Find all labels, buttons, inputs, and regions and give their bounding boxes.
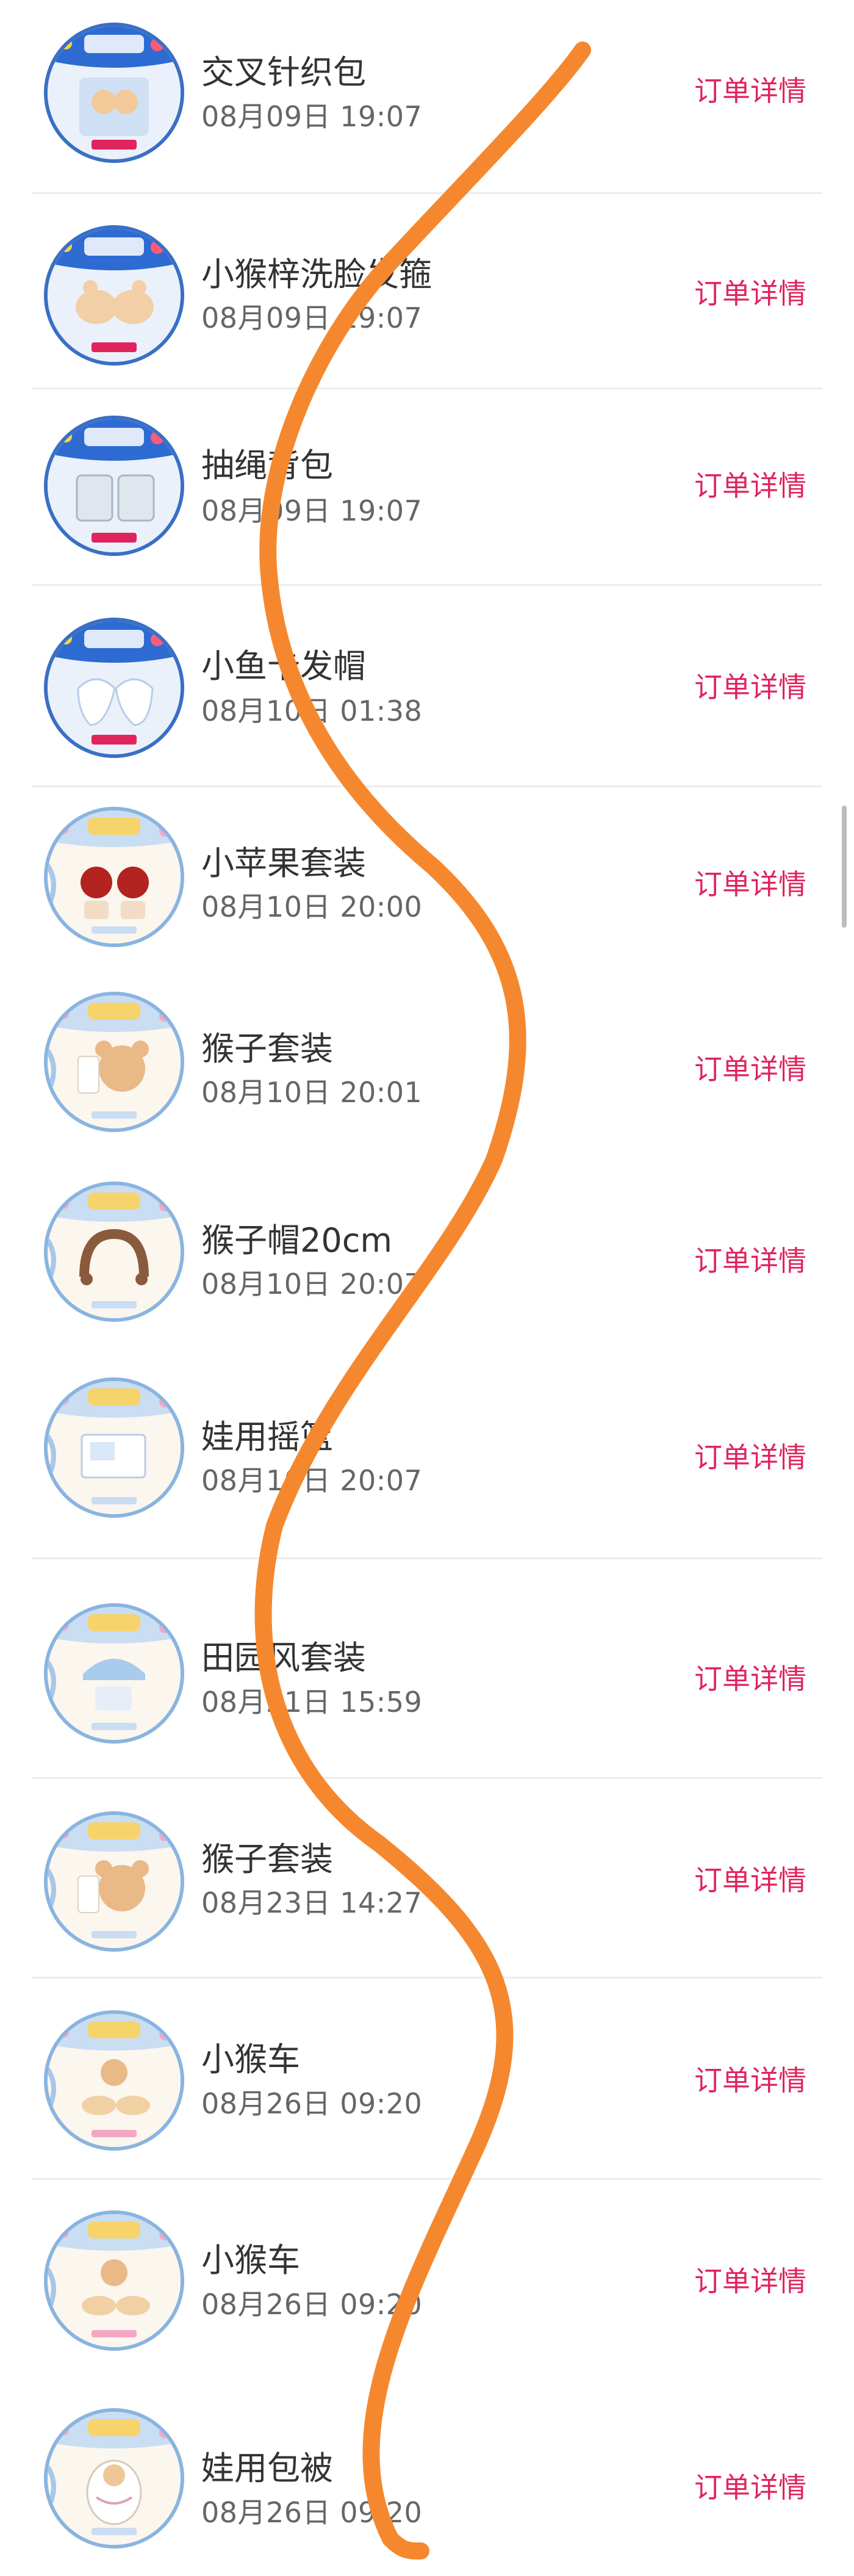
order-title: 抽绳背包 xyxy=(201,446,333,485)
product-image-icon xyxy=(48,26,181,159)
order-time: 08月09日 19:07 xyxy=(201,301,423,334)
product-image-icon xyxy=(48,2014,181,2147)
product-thumbnail xyxy=(44,1811,184,1952)
order-row[interactable]: 抽绳背包 08月09日 19:07 订单详情 xyxy=(0,389,854,586)
row-divider xyxy=(32,1557,822,1559)
order-detail-link[interactable]: 订单详情 xyxy=(694,280,806,308)
order-row[interactable]: 田园风套装 08月21日 15:59 订单详情 xyxy=(0,1562,854,1779)
product-thumbnail xyxy=(44,23,184,163)
order-detail-link[interactable]: 订单详情 xyxy=(694,2473,806,2502)
order-row[interactable]: 猴子套装 08月10日 20:01 订单详情 xyxy=(0,972,854,1158)
order-detail-link[interactable]: 订单详情 xyxy=(694,1866,806,1894)
order-title: 娃用包被 xyxy=(201,2449,333,2488)
order-row[interactable]: 娃用摇篮 08月10日 20:07 订单详情 xyxy=(0,1349,854,1562)
product-thumbnail xyxy=(44,225,184,366)
product-image-icon xyxy=(48,810,181,943)
product-image-icon xyxy=(48,995,181,1128)
order-detail-link[interactable]: 订单详情 xyxy=(694,1665,806,1693)
product-thumbnail xyxy=(44,1377,184,1518)
order-time: 08月23日 14:27 xyxy=(201,1886,423,1919)
product-thumbnail xyxy=(44,2010,184,2151)
order-row[interactable]: 小猴梓洗脸发箍 08月09日 19:07 订单详情 xyxy=(0,194,854,389)
order-row[interactable]: 小猴车 08月26日 09:20 订单详情 xyxy=(0,1977,854,2180)
order-time: 08月26日 09:20 xyxy=(201,2288,423,2321)
product-image-icon xyxy=(48,419,181,552)
order-time: 08月10日 01:38 xyxy=(201,695,423,727)
order-row[interactable]: 猴子套装 08月23日 14:27 订单详情 xyxy=(0,1776,854,1979)
order-title: 田园风套装 xyxy=(201,1639,366,1677)
order-title: 小鱼卡发帽 xyxy=(201,647,366,685)
order-row[interactable]: 娃用包被 08月26日 09:20 订单详情 xyxy=(0,2380,854,2576)
order-title: 小猴车 xyxy=(201,2040,300,2079)
order-title: 猴子帽20cm xyxy=(201,1221,393,1260)
order-time: 08月21日 15:59 xyxy=(201,1686,423,1719)
order-time: 08月26日 09:20 xyxy=(201,2496,423,2529)
product-image-icon xyxy=(48,2214,181,2347)
order-title: 小苹果套装 xyxy=(201,844,366,882)
scrollbar[interactable] xyxy=(842,806,847,928)
order-time: 08月10日 20:07 xyxy=(201,1268,423,1301)
order-row[interactable]: 小鱼卡发帽 08月10日 01:38 订单详情 xyxy=(0,586,854,787)
product-image-icon xyxy=(48,1815,181,1948)
product-thumbnail xyxy=(44,1182,184,1322)
order-detail-link[interactable]: 订单详情 xyxy=(694,1055,806,1083)
order-detail-link[interactable]: 订单详情 xyxy=(694,870,806,898)
order-detail-link[interactable]: 订单详情 xyxy=(694,77,806,105)
order-detail-link[interactable]: 订单详情 xyxy=(694,1443,806,1471)
order-title: 小猴梓洗脸发箍 xyxy=(201,255,432,294)
product-thumbnail xyxy=(44,2408,184,2549)
order-detail-link[interactable]: 订单详情 xyxy=(694,2066,806,2094)
product-image-icon xyxy=(48,1607,181,1740)
product-image-icon xyxy=(48,229,181,362)
product-thumbnail xyxy=(44,807,184,947)
product-image-icon xyxy=(48,2412,181,2545)
order-row[interactable]: 小苹果套装 08月10日 20:00 订单详情 xyxy=(0,787,854,972)
order-time: 08月26日 09:20 xyxy=(201,2087,423,2120)
product-image-icon xyxy=(48,1185,181,1318)
order-row[interactable]: 交叉针织包 08月09日 19:07 订单详情 xyxy=(0,0,854,194)
product-thumbnail xyxy=(44,992,184,1132)
order-detail-link[interactable]: 订单详情 xyxy=(694,472,806,500)
order-title: 猴子套装 xyxy=(201,1840,333,1878)
order-row[interactable]: 小猴车 08月26日 09:20 订单详情 xyxy=(0,2179,854,2380)
order-title: 交叉针织包 xyxy=(201,53,366,92)
product-thumbnail xyxy=(44,416,184,556)
product-thumbnail xyxy=(44,1603,184,1744)
order-detail-link[interactable]: 订单详情 xyxy=(694,2267,806,2295)
order-time: 08月09日 19:07 xyxy=(201,100,423,133)
product-thumbnail xyxy=(44,2210,184,2351)
product-image-icon xyxy=(48,1381,181,1514)
order-detail-link[interactable]: 订单详情 xyxy=(694,673,806,701)
order-time: 08月10日 20:00 xyxy=(201,890,423,923)
order-time: 08月10日 20:07 xyxy=(201,1464,423,1497)
order-time: 08月10日 20:01 xyxy=(201,1076,423,1109)
order-title: 娃用摇篮 xyxy=(201,1418,333,1456)
order-title: 猴子套装 xyxy=(201,1030,333,1068)
order-row[interactable]: 猴子帽20cm 08月10日 20:07 订单详情 xyxy=(0,1158,854,1349)
product-image-icon xyxy=(48,621,181,754)
order-title: 小猴车 xyxy=(201,2241,300,2279)
product-thumbnail xyxy=(44,618,184,758)
order-detail-link[interactable]: 订单详情 xyxy=(694,1247,806,1275)
order-time: 08月09日 19:07 xyxy=(201,494,423,527)
